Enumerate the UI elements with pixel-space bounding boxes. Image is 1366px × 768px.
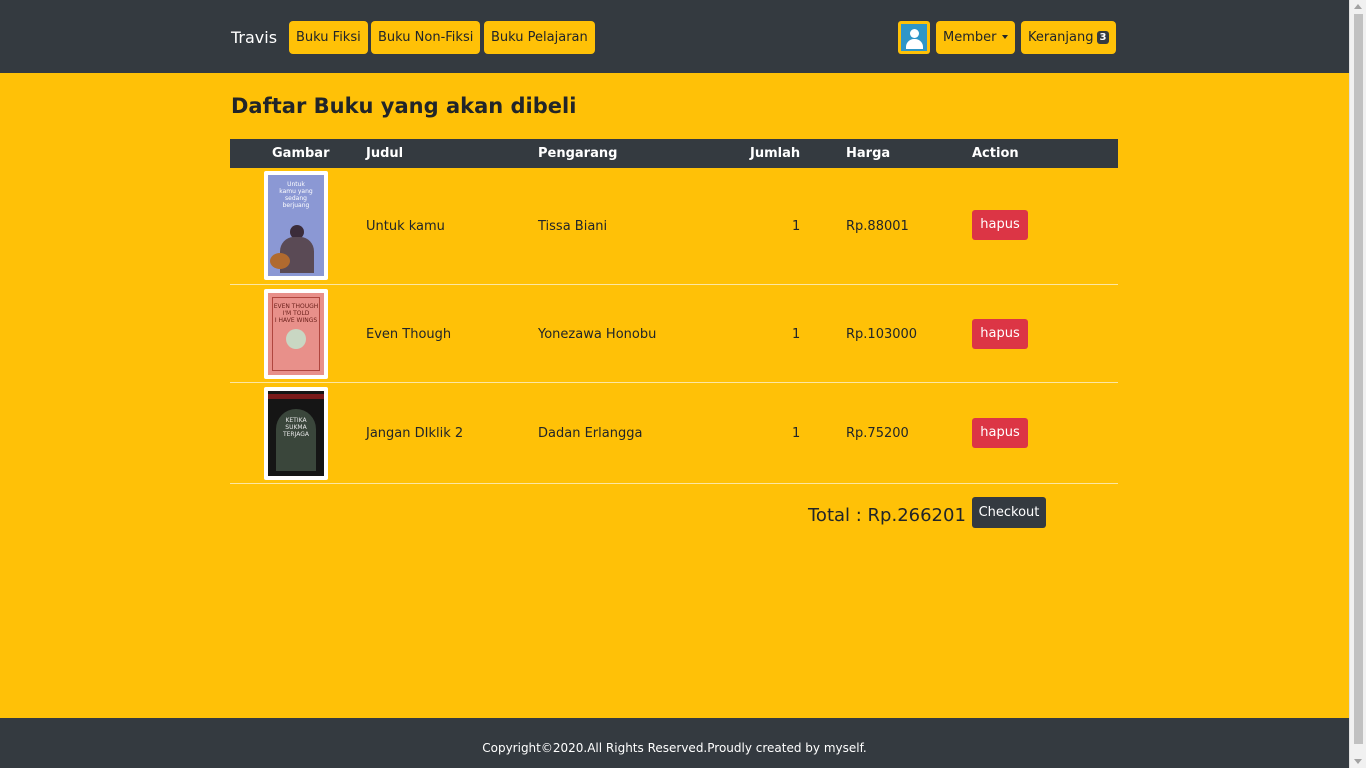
footer-text: Copyright©2020.All Rights Reserved.Proud… <box>482 741 867 755</box>
member-label: Member <box>943 30 997 45</box>
table-row: EVEN THOUGH I'M TOLD I HAVE WINGS Even Tho… <box>230 285 1118 383</box>
cell-pengarang: Yonezawa Honobu <box>538 327 657 342</box>
table-header: Gambar Judul Pengarang Jumlah Harga Acti… <box>230 139 1118 168</box>
footer: Copyright©2020.All Rights Reserved.Proud… <box>0 718 1349 768</box>
table-row: Untuk kamu yang sedang berjuang Untuk kamu … <box>230 168 1118 285</box>
hapus-button[interactable]: hapus <box>972 319 1028 349</box>
cart-button[interactable]: Keranjang 3 <box>1021 21 1117 54</box>
cell-harga: Rp.88001 <box>846 219 909 234</box>
cell-pengarang: Dadan Erlangga <box>538 426 643 441</box>
page-title: Daftar Buku yang akan dibeli <box>231 94 577 118</box>
nav-buku-fiksi[interactable]: Buku Fiksi <box>289 21 368 54</box>
cell-jumlah: 1 <box>792 327 801 342</box>
nav-buku-pelajaran[interactable]: Buku Pelajaran <box>484 21 595 54</box>
navbar: Travis Buku Fiksi Buku Non-Fiksi Buku Pe… <box>0 0 1349 73</box>
cart-table: Gambar Judul Pengarang Jumlah Harga Acti… <box>230 139 1118 484</box>
cell-judul: Even Though <box>366 327 452 342</box>
header-harga: Harga <box>846 146 891 161</box>
scroll-down-icon[interactable] <box>1354 759 1362 764</box>
user-icon <box>901 24 927 51</box>
checkout-button[interactable]: Checkout <box>972 497 1046 528</box>
scrollbar-thumb[interactable] <box>1354 14 1363 744</box>
cell-jumlah: 1 <box>792 426 801 441</box>
cell-judul: Jangan DIklik 2 <box>366 426 464 441</box>
book-cover-image: Untuk kamu yang sedang berjuang <box>264 171 328 280</box>
hapus-button[interactable]: hapus <box>972 418 1028 448</box>
scroll-up-icon[interactable] <box>1354 4 1362 9</box>
header-action: Action <box>972 146 1019 161</box>
hapus-button[interactable]: hapus <box>972 210 1028 240</box>
cell-judul: Untuk kamu <box>366 219 445 234</box>
caret-down-icon <box>1002 34 1009 39</box>
total-price: Total : Rp.266201 <box>808 505 966 526</box>
cell-harga: Rp.75200 <box>846 426 909 441</box>
header-judul: Judul <box>366 146 404 161</box>
brand[interactable]: Travis <box>231 28 277 47</box>
member-dropdown[interactable]: Member <box>936 21 1016 54</box>
book-cover-image: KETIKA SUKMA TERJAGA <box>264 387 328 480</box>
header-gambar: Gambar <box>272 146 330 161</box>
book-cover-image: EVEN THOUGH I'M TOLD I HAVE WINGS <box>264 289 328 379</box>
header-jumlah: Jumlah <box>750 146 801 161</box>
nav-buku-non-fiksi[interactable]: Buku Non-Fiksi <box>371 21 481 54</box>
cell-harga: Rp.103000 <box>846 327 918 342</box>
cell-pengarang: Tissa Biani <box>538 219 608 234</box>
header-pengarang: Pengarang <box>538 146 618 161</box>
vertical-scrollbar[interactable] <box>1349 0 1366 768</box>
cell-jumlah: 1 <box>792 219 801 234</box>
cart-label: Keranjang <box>1028 30 1094 45</box>
table-row: KETIKA SUKMA TERJAGA Jangan DIklik 2 Dadan… <box>230 383 1118 484</box>
avatar[interactable] <box>898 21 930 54</box>
cart-count-badge: 3 <box>1096 31 1110 44</box>
